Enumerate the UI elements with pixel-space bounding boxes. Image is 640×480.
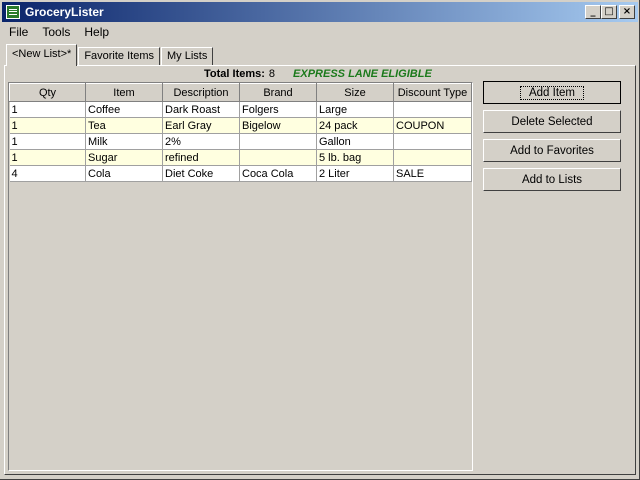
tab-strip: <New List>* Favorite Items My Lists	[6, 44, 214, 66]
menu-tools[interactable]: Tools	[35, 25, 77, 39]
cell-description[interactable]: refined	[162, 149, 240, 166]
cell-item[interactable]: Cola	[85, 165, 163, 182]
table-row[interactable]: 4 Cola Diet Coke Coca Cola 2 Liter SALE	[9, 165, 472, 182]
cell-size[interactable]: 5 lb. bag	[316, 149, 394, 166]
cell-qty[interactable]: 1	[9, 117, 86, 134]
column-header-brand[interactable]: Brand	[239, 83, 317, 102]
menu-help[interactable]: Help	[77, 25, 116, 39]
total-items-label: Total Items:	[204, 68, 265, 80]
cell-qty[interactable]: 1	[9, 149, 86, 166]
column-header-qty[interactable]: Qty	[9, 83, 86, 102]
cell-brand[interactable]	[239, 149, 317, 166]
app-list-icon	[6, 5, 20, 19]
cell-item[interactable]: Coffee	[85, 101, 163, 118]
column-header-item[interactable]: Item	[85, 83, 163, 102]
cell-description[interactable]: Dark Roast	[162, 101, 240, 118]
cell-size[interactable]: 2 Liter	[316, 165, 394, 182]
summary-bar: Total Items: 8 EXPRESS LANE ELIGIBLE	[204, 68, 432, 80]
cell-brand[interactable]	[239, 133, 317, 150]
cell-size[interactable]: Large	[316, 101, 394, 118]
cell-qty[interactable]: 1	[9, 101, 86, 118]
menu-bar: File Tools Help	[2, 23, 116, 41]
cell-discount-type[interactable]: SALE	[393, 165, 472, 182]
column-header-discount-type[interactable]: Discount Type	[393, 83, 472, 102]
cell-size[interactable]: 24 pack	[316, 117, 394, 134]
tab-new-list[interactable]: <New List>*	[6, 44, 78, 66]
cell-qty[interactable]: 4	[9, 165, 86, 182]
total-items-value: 8	[268, 68, 276, 80]
minimize-button[interactable]: _	[585, 5, 601, 19]
cell-discount-type[interactable]	[393, 133, 472, 150]
cell-brand[interactable]: Bigelow	[239, 117, 317, 134]
cell-size[interactable]: Gallon	[316, 133, 394, 150]
tab-my-lists[interactable]: My Lists	[161, 47, 214, 66]
window-title: GroceryLister	[25, 5, 104, 19]
add-to-lists-button[interactable]: Add to Lists	[483, 168, 621, 191]
express-lane-badge: EXPRESS LANE ELIGIBLE	[293, 68, 432, 80]
grocery-table[interactable]: Qty Item Description Brand Size Discount…	[8, 82, 473, 471]
cell-discount-type[interactable]	[393, 101, 472, 118]
cell-brand[interactable]: Folgers	[239, 101, 317, 118]
table-row[interactable]: 1 Coffee Dark Roast Folgers Large	[9, 101, 472, 118]
table-row[interactable]: 1 Tea Earl Gray Bigelow 24 pack COUPON	[9, 117, 472, 134]
column-header-description[interactable]: Description	[162, 83, 240, 102]
add-item-button-label: Add Item	[519, 85, 585, 100]
add-to-favorites-button[interactable]: Add to Favorites	[483, 139, 621, 162]
maximize-button[interactable]: □	[601, 5, 617, 19]
add-item-button[interactable]: Add Item	[483, 81, 621, 104]
cell-item[interactable]: Milk	[85, 133, 163, 150]
delete-selected-button[interactable]: Delete Selected	[483, 110, 621, 133]
title-bar[interactable]: GroceryLister _ □ ×	[2, 2, 638, 22]
app-window: GroceryLister _ □ × File Tools Help <New…	[0, 0, 640, 480]
cell-item[interactable]: Sugar	[85, 149, 163, 166]
table-row[interactable]: 1 Milk 2% Gallon	[9, 133, 472, 150]
cell-qty[interactable]: 1	[9, 133, 86, 150]
cell-discount-type[interactable]	[393, 149, 472, 166]
table-header-row: Qty Item Description Brand Size Discount…	[9, 83, 472, 102]
tab-favorite-items[interactable]: Favorite Items	[78, 47, 160, 66]
cell-description[interactable]: Diet Coke	[162, 165, 240, 182]
cell-description[interactable]: 2%	[162, 133, 240, 150]
cell-brand[interactable]: Coca Cola	[239, 165, 317, 182]
cell-description[interactable]: Earl Gray	[162, 117, 240, 134]
table-row[interactable]: 1 Sugar refined 5 lb. bag	[9, 149, 472, 166]
cell-item[interactable]: Tea	[85, 117, 163, 134]
menu-file[interactable]: File	[2, 25, 35, 39]
column-header-size[interactable]: Size	[316, 83, 394, 102]
cell-discount-type[interactable]: COUPON	[393, 117, 472, 134]
action-buttons: Add Item Delete Selected Add to Favorite…	[483, 81, 621, 197]
close-button[interactable]: ×	[619, 5, 635, 19]
